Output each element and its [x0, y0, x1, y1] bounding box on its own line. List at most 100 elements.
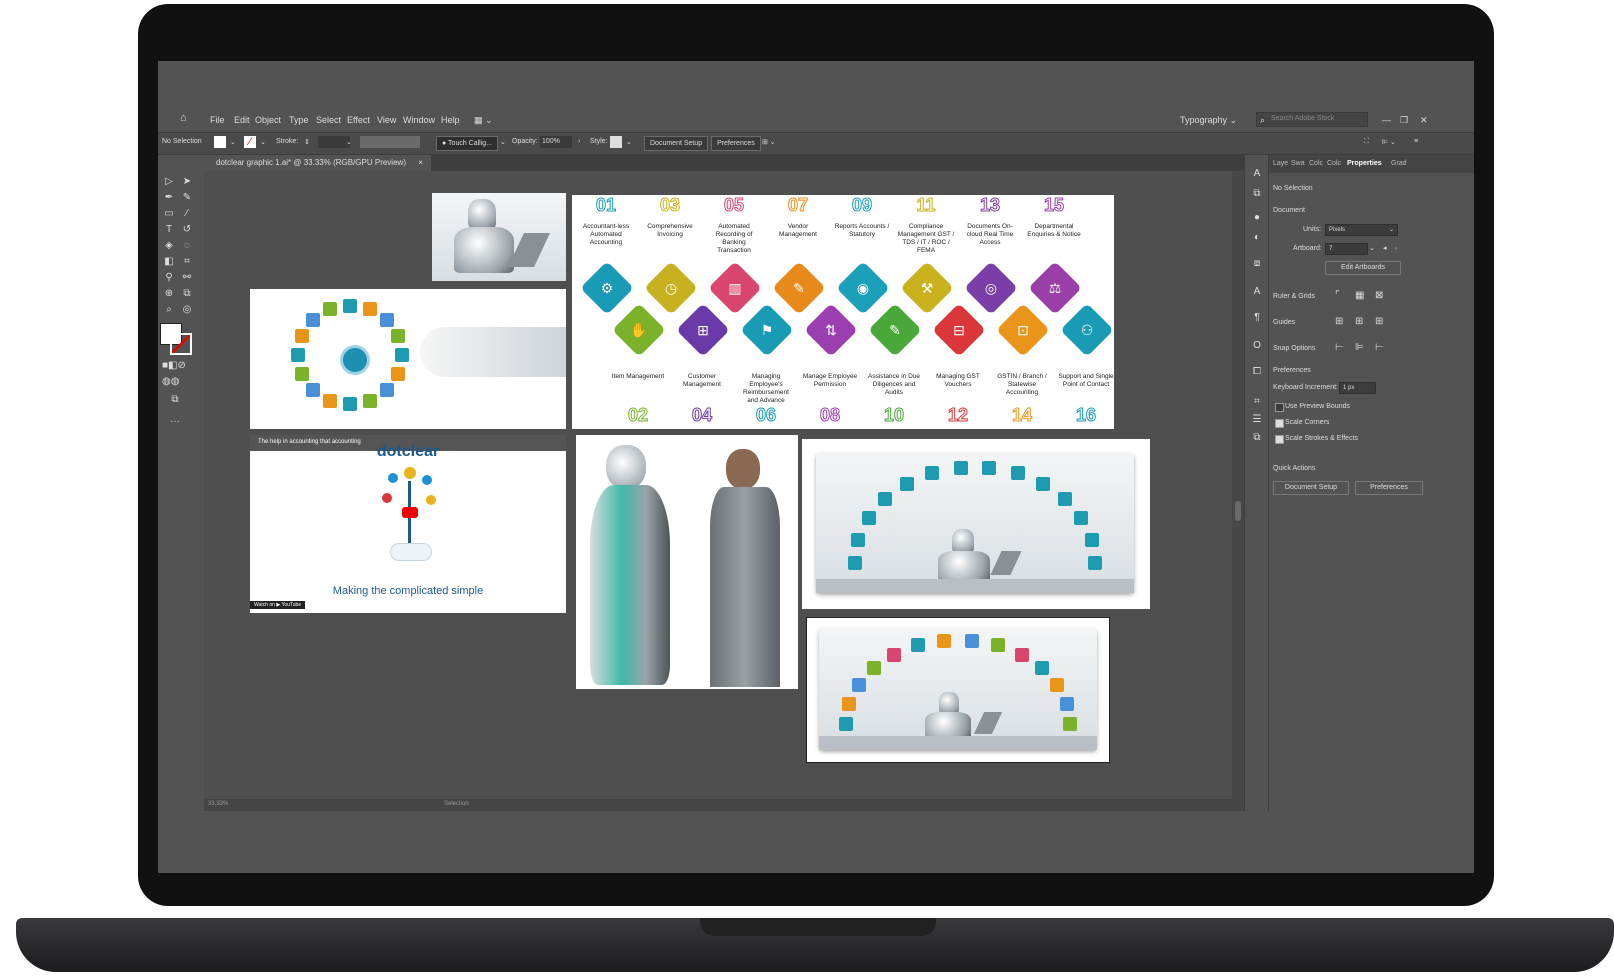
- style-swatch[interactable]: [610, 136, 622, 148]
- swatches-icon[interactable]: ◐: [1250, 231, 1264, 245]
- artboard-robot-handshake[interactable]: [576, 435, 798, 689]
- artboard-select[interactable]: 7: [1325, 243, 1368, 255]
- shape-builder-tool-icon[interactable]: ⊕: [162, 287, 176, 301]
- snap-to-point-icon[interactable]: ⊢: [1335, 342, 1344, 353]
- artboard-tool-icon[interactable]: ⧉: [180, 287, 194, 301]
- opacity-field[interactable]: 100%: [540, 136, 572, 148]
- fill-dropdown-icon[interactable]: ⌄: [230, 138, 236, 146]
- snap-to-grid-icon[interactable]: ⊫: [1355, 342, 1364, 353]
- tab-layers[interactable]: Laye: [1273, 160, 1288, 167]
- type-tool-icon[interactable]: T: [162, 223, 176, 237]
- stroke-weight-dropdown-icon[interactable]: ⌄: [346, 138, 352, 146]
- pen-tool-icon[interactable]: ✒: [162, 191, 176, 205]
- scale-corners-checkbox[interactable]: [1275, 419, 1284, 428]
- close-tab-icon[interactable]: ×: [418, 158, 423, 167]
- artboard-infographic[interactable]: 01 Accountant-less Automated Accounting ⚙ 0…: [572, 195, 1114, 429]
- quick-document-setup-button[interactable]: Document Setup: [1273, 481, 1349, 495]
- pathfinder-icon[interactable]: ⧉: [1250, 431, 1264, 445]
- quick-preferences-button[interactable]: Preferences: [1355, 481, 1423, 495]
- draw-mode-icons[interactable]: ◍◍: [162, 375, 179, 389]
- edit-toolbar-icon[interactable]: ···: [168, 415, 182, 429]
- menu-help[interactable]: Help: [441, 115, 460, 125]
- opacity-label[interactable]: Opacity:: [512, 138, 538, 145]
- arrange-documents-icon[interactable]: ▦ ⌄: [474, 115, 493, 126]
- rulers-icon[interactable]: ⌜: [1335, 290, 1340, 301]
- arrange-icon[interactable]: ⊞ ⌄: [762, 138, 776, 146]
- transparency-grid-icon[interactable]: ⊠: [1375, 290, 1383, 301]
- menu-select[interactable]: Select: [316, 115, 341, 125]
- fill-swatch[interactable]: [214, 136, 226, 148]
- variable-width-profile[interactable]: [360, 136, 420, 148]
- brush-dropdown-icon[interactable]: ⌄: [500, 138, 506, 146]
- color-icon[interactable]: ●: [1250, 211, 1264, 225]
- menu-type[interactable]: Type: [289, 115, 309, 125]
- blend-tool-icon[interactable]: ⚯: [180, 271, 194, 285]
- lock-guides-icon[interactable]: ⊞: [1355, 316, 1363, 327]
- preferences-button[interactable]: Preferences: [711, 136, 761, 151]
- lasso-tool-icon[interactable]: ◌: [180, 239, 194, 253]
- paragraph-icon[interactable]: ¶: [1250, 311, 1264, 325]
- gradient-tool-icon[interactable]: ◧: [162, 255, 176, 269]
- screen-mode-icon[interactable]: ⧉: [168, 393, 182, 407]
- rectangle-tool-icon[interactable]: ▭: [162, 207, 176, 221]
- show-guides-icon[interactable]: ⊞: [1335, 316, 1343, 327]
- artboards-icon[interactable]: ⧠: [1250, 365, 1264, 379]
- grid-icon[interactable]: ▦: [1355, 290, 1364, 301]
- style-dropdown-icon[interactable]: ⌄: [626, 138, 632, 146]
- direct-selection-tool-icon[interactable]: ➤: [180, 175, 194, 189]
- tab-swatches[interactable]: Swa: [1291, 160, 1305, 167]
- keyboard-increment-field[interactable]: 1 px: [1339, 382, 1376, 394]
- menu-view[interactable]: View: [377, 115, 396, 125]
- tab-properties[interactable]: Properties: [1347, 160, 1382, 167]
- tab-gradient[interactable]: Grad: [1391, 160, 1407, 167]
- scale-strokes-checkbox[interactable]: [1275, 435, 1284, 444]
- align-icon[interactable]: ⊫ ⌄: [1382, 138, 1396, 146]
- artboard-robot-laptop[interactable]: [432, 193, 566, 281]
- canvas[interactable]: 01 Accountant-less Automated Accounting ⚙ 0…: [204, 171, 1232, 799]
- document-setup-button[interactable]: Document Setup: [644, 136, 709, 151]
- type-panel-icon[interactable]: A: [1250, 285, 1264, 299]
- zoom-level[interactable]: 33.33%: [208, 801, 228, 807]
- scrollbar-thumb[interactable]: [1235, 501, 1241, 521]
- stroke-dropdown-icon[interactable]: ⌄: [260, 138, 266, 146]
- artboard-robot-icon-arch-2[interactable]: [806, 617, 1110, 763]
- artboard-robot-icon-arch-1[interactable]: [802, 439, 1150, 609]
- tab-color-guide[interactable]: Colc: [1327, 160, 1341, 167]
- units-select[interactable]: Pixels ⌄: [1325, 224, 1398, 236]
- brush-definition[interactable]: ● Touch Callig...: [436, 136, 499, 151]
- menu-edit[interactable]: Edit: [234, 115, 250, 125]
- align-panel-icon[interactable]: ☰: [1250, 413, 1264, 427]
- search-field[interactable]: ⌕ Search Adobe Stock: [1256, 112, 1368, 127]
- workspace-switcher[interactable]: Typography ⌄: [1180, 115, 1237, 126]
- restore-icon[interactable]: ❐: [1400, 115, 1408, 126]
- close-window-icon[interactable]: ✕: [1420, 115, 1428, 126]
- edit-artboards-button[interactable]: Edit Artboards: [1325, 261, 1401, 275]
- tab-color[interactable]: Colc: [1309, 160, 1323, 167]
- document-tab[interactable]: dotclear graphic 1.ai* @ 33.33% (RGB/GPU…: [208, 155, 431, 171]
- youtube-play-icon[interactable]: [402, 507, 418, 518]
- menu-object[interactable]: Object: [255, 115, 281, 125]
- stroke-swatch[interactable]: ⁄: [244, 136, 256, 148]
- menu-file[interactable]: File: [210, 115, 225, 125]
- panel-menu-icon[interactable]: ≡: [1414, 138, 1418, 145]
- eraser-tool-icon[interactable]: ◈: [162, 239, 176, 253]
- paintbrush-tool-icon[interactable]: ⁄: [180, 207, 194, 221]
- chevron-down-icon[interactable]: ⌄: [1369, 244, 1375, 252]
- selection-tool-icon[interactable]: ▷: [162, 175, 176, 189]
- artboard-video[interactable]: The help in accounting that accounting d…: [250, 435, 566, 613]
- snap-to-pixel-icon[interactable]: ⊢: [1375, 342, 1384, 353]
- artboard-robot-hand-icons[interactable]: [250, 289, 566, 429]
- stroke-color-icon[interactable]: [170, 333, 192, 355]
- color-mode-icons[interactable]: ■◧⊘: [162, 359, 186, 373]
- menu-window[interactable]: Window: [403, 115, 435, 125]
- status-tool[interactable]: Selection: [444, 801, 469, 807]
- hand-tool-icon[interactable]: ◎: [180, 303, 194, 317]
- previous-artboard-icon[interactable]: ◂: [1383, 244, 1387, 252]
- free-transform-tool-icon[interactable]: ⌗: [180, 255, 194, 269]
- home-icon[interactable]: ⌂: [180, 112, 187, 124]
- watch-on-youtube-badge[interactable]: Watch on ▶ YouTube: [250, 601, 306, 609]
- layers-icon[interactable]: ⧈: [1250, 257, 1264, 271]
- smart-guides-icon[interactable]: ⊞: [1375, 316, 1383, 327]
- minimize-icon[interactable]: —: [1382, 115, 1391, 125]
- character-icon[interactable]: A: [1250, 167, 1264, 181]
